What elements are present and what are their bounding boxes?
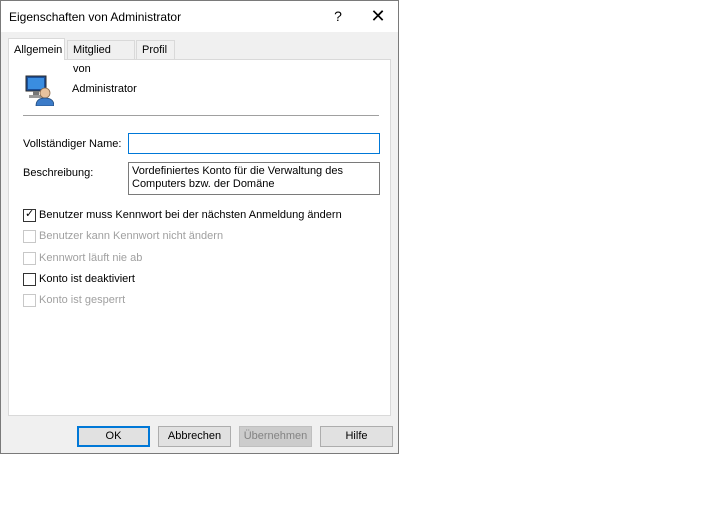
full-name-field[interactable] (128, 133, 380, 154)
checkbox-label[interactable]: Benutzer muss Kennwort bei der nächsten … (39, 209, 342, 222)
help-icon[interactable]: ? (318, 1, 358, 32)
checkbox-label: Kennwort läuft nie ab (39, 252, 143, 264)
checkbox-box (23, 230, 36, 243)
description-label: Beschreibung: (23, 167, 94, 179)
checkbox-label: Konto ist gesperrt (39, 294, 126, 306)
apply-button: Übernehmen (239, 426, 312, 447)
cancel-button[interactable]: Abbrechen (158, 426, 231, 447)
title-bar[interactable]: Eigenschaften von Administrator ? ✕ (1, 1, 398, 32)
properties-dialog: Eigenschaften von Administrator ? ✕ Allg… (0, 0, 399, 454)
tab-mitglied-von[interactable]: Mitglied von (67, 40, 135, 75)
description-field[interactable]: Vordefiniertes Konto für die Verwaltung … (128, 162, 380, 195)
checkmark-icon: ✓ (25, 208, 35, 220)
help-button[interactable]: Hilfe (320, 426, 393, 447)
checkbox-label[interactable]: Konto ist deaktiviert (39, 273, 135, 286)
full-name-label: Vollständiger Name: (23, 138, 122, 150)
window-title: Eigenschaften von Administrator (9, 10, 182, 24)
tab-allgemein[interactable]: Allgemein (8, 38, 65, 60)
close-icon[interactable]: ✕ (358, 1, 398, 32)
checkbox-box (23, 294, 36, 307)
account-name: Administrator (72, 83, 137, 95)
separator (23, 115, 379, 116)
checkbox-box[interactable] (23, 273, 36, 286)
user-account-icon (25, 75, 54, 106)
ok-button[interactable]: OK (77, 426, 150, 447)
tab-profil[interactable]: Profil (136, 40, 175, 59)
checkbox-box[interactable]: ✓ (23, 208, 36, 222)
checkbox-box (23, 252, 36, 265)
checkbox-label: Benutzer kann Kennwort nicht ändern (39, 230, 224, 242)
